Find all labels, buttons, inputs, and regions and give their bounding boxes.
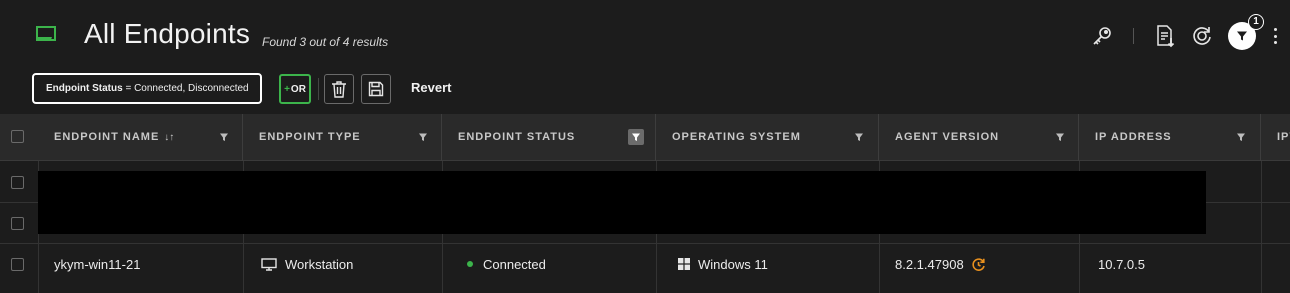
row-checkbox[interactable] xyxy=(11,217,24,230)
filter-operator: = xyxy=(125,83,132,94)
row-checkbox[interactable] xyxy=(11,258,24,271)
plus-icon: + xyxy=(284,83,290,95)
table-row[interactable]: ykym-win11-21 Workstation Connected Wind… xyxy=(0,244,1290,285)
column-header-operating-system[interactable]: OPERATING SYSTEM xyxy=(656,114,879,161)
connected-status-dot xyxy=(467,261,473,267)
filter-bar-divider xyxy=(318,78,319,100)
column-filter-icon[interactable] xyxy=(219,132,229,142)
ip-address: 10.7.0.5 xyxy=(1098,257,1145,272)
export-report-icon[interactable] xyxy=(1153,24,1177,48)
column-label: ENDPOINT STATUS xyxy=(458,131,576,143)
clear-filters-button[interactable] xyxy=(324,74,354,104)
trash-icon xyxy=(332,81,346,98)
column-header-agent-version[interactable]: AGENT VERSION xyxy=(879,114,1079,161)
column-label: IPV xyxy=(1277,131,1290,143)
sort-icon[interactable]: ↓↑ xyxy=(164,132,174,143)
endpoint-name[interactable]: ykym-win11-21 xyxy=(54,257,140,272)
select-all-checkbox[interactable] xyxy=(11,130,24,143)
column-filter-icon[interactable] xyxy=(854,132,864,142)
header-divider xyxy=(1133,28,1134,44)
endpoint-type-cell: Workstation xyxy=(261,257,353,272)
endpoint-status-filter-chip[interactable]: Endpoint Status = Connected, Disconnecte… xyxy=(32,73,262,104)
column-filter-icon[interactable] xyxy=(418,132,428,142)
column-filter-icon[interactable] xyxy=(1236,132,1246,142)
add-or-filter-button[interactable]: + OR xyxy=(279,74,311,104)
column-label: ENDPOINT TYPE xyxy=(259,131,361,143)
redacted-region xyxy=(38,171,1206,234)
key-icon[interactable] xyxy=(1090,24,1114,48)
column-header-endpoint-name[interactable]: ENDPOINT NAME ↓↑ xyxy=(38,114,243,161)
save-icon xyxy=(368,81,384,97)
page-header: All Endpoints Found 3 out of 4 results 1 xyxy=(0,0,1290,68)
endpoint-type: Workstation xyxy=(285,257,354,272)
filter-icon xyxy=(1237,31,1247,41)
table-header: ENDPOINT NAME ↓↑ ENDPOINT TYPE ENDPOINT S… xyxy=(0,114,1290,161)
save-filter-button[interactable] xyxy=(361,74,391,104)
endpoints-logo-icon xyxy=(35,26,58,44)
windows-logo-icon xyxy=(678,258,690,270)
column-header-ipv[interactable]: IPV xyxy=(1261,114,1290,161)
workstation-icon xyxy=(261,258,277,271)
revert-button[interactable]: Revert xyxy=(411,80,451,95)
column-filter-icon[interactable] xyxy=(1055,132,1065,142)
column-label: OPERATING SYSTEM xyxy=(672,131,801,143)
filter-count-badge: 1 xyxy=(1248,14,1264,30)
or-label: OR xyxy=(290,83,306,95)
endpoint-status-cell: Connected xyxy=(467,257,546,272)
row-checkbox[interactable] xyxy=(11,176,24,189)
column-label: AGENT VERSION xyxy=(895,131,1000,143)
column-header-ip-address[interactable]: IP ADDRESS xyxy=(1079,114,1261,161)
column-label: ENDPOINT NAME xyxy=(54,131,160,143)
update-available-icon[interactable] xyxy=(971,257,986,272)
column-label: IP ADDRESS xyxy=(1095,131,1172,143)
os-cell: Windows 11 xyxy=(678,257,768,272)
filter-values: Connected, Disconnected xyxy=(134,83,249,94)
agent-version: 8.2.1.47908 xyxy=(895,257,964,272)
refresh-target-icon[interactable] xyxy=(1190,24,1214,48)
filter-field: Endpoint Status xyxy=(46,83,123,94)
results-count: Found 3 out of 4 results xyxy=(262,35,389,49)
active-column-filter-icon[interactable] xyxy=(628,129,644,145)
endpoint-status: Connected xyxy=(483,257,546,272)
page-title: All Endpoints xyxy=(84,18,251,49)
agent-version-cell: 8.2.1.47908 xyxy=(895,257,986,272)
more-options-icon[interactable] xyxy=(1270,26,1280,46)
column-header-endpoint-type[interactable]: ENDPOINT TYPE xyxy=(243,114,442,161)
column-header-endpoint-status[interactable]: ENDPOINT STATUS xyxy=(442,114,656,161)
operating-system: Windows 11 xyxy=(698,257,768,272)
